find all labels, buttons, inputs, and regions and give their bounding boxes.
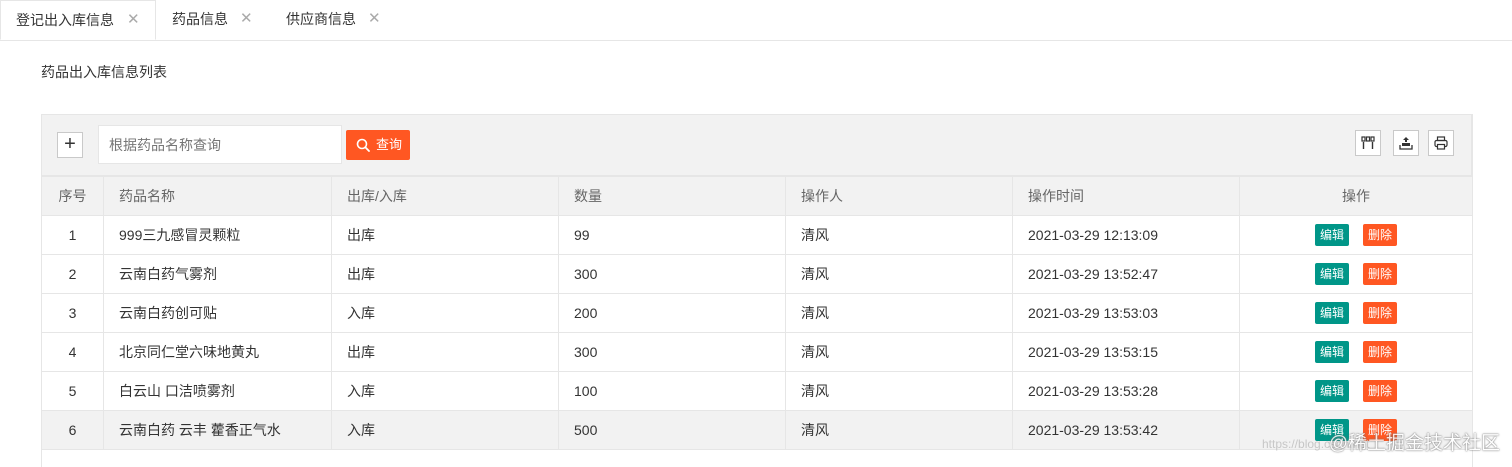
- query-button-label: 查询: [376, 137, 403, 152]
- cell-in-out: 入库: [331, 293, 559, 333]
- cell-operator: 清风: [785, 410, 1013, 450]
- delete-button[interactable]: 删除: [1363, 224, 1398, 246]
- table-row: 1 999三九感冒灵颗粒 出库 99 清风 2021-03-29 12:13:0…: [41, 215, 1473, 255]
- header-seq: 序号: [41, 176, 104, 216]
- cell-operate-time: 2021-03-29 12:13:09: [1012, 215, 1240, 255]
- table-row: 6 云南白药 云丰 藿香正气水 入库 500 清风 2021-03-29 13:…: [41, 410, 1473, 450]
- cell-in-out: 出库: [331, 254, 559, 294]
- stock-record-table: 序号 药品名称 出库/入库 数量 操作人 操作时间 操作 1 999三九感冒灵颗…: [41, 176, 1473, 450]
- edit-button[interactable]: 编辑: [1314, 380, 1349, 402]
- cell-quantity: 99: [558, 215, 786, 255]
- cell-drug-name: 北京同仁堂六味地黄丸: [103, 332, 332, 372]
- tab-label: 登记出入库信息: [16, 12, 114, 28]
- cell-actions: 编辑 删除: [1239, 254, 1473, 294]
- tab-bar: 登记出入库信息 ✕ 药品信息 ✕ 供应商信息 ✕: [0, 0, 1512, 41]
- cell-in-out: 入库: [331, 371, 559, 411]
- print-icon: [1434, 136, 1448, 150]
- export-button[interactable]: [1393, 130, 1419, 156]
- edit-button[interactable]: 编辑: [1314, 302, 1349, 324]
- cell-operate-time: 2021-03-29 13:53:28: [1012, 371, 1240, 411]
- cell-seq: 5: [41, 371, 104, 411]
- export-icon: [1399, 137, 1413, 150]
- close-icon[interactable]: ✕: [127, 1, 140, 39]
- close-icon[interactable]: ✕: [240, 0, 253, 38]
- tab-supplier-info[interactable]: 供应商信息 ✕: [271, 0, 396, 40]
- cell-quantity: 500: [558, 410, 786, 450]
- cell-seq: 6: [41, 410, 104, 450]
- table-header-row: 序号 药品名称 出库/入库 数量 操作人 操作时间 操作: [41, 176, 1473, 216]
- cell-operate-time: 2021-03-29 13:53:42: [1012, 410, 1240, 450]
- table-row: 3 云南白药创可贴 入库 200 清风 2021-03-29 13:53:03 …: [41, 293, 1473, 333]
- table-row: 4 北京同仁堂六味地黄丸 出库 300 清风 2021-03-29 13:53:…: [41, 332, 1473, 372]
- query-button[interactable]: 查询: [346, 130, 410, 160]
- cell-actions: 编辑 删除: [1239, 215, 1473, 255]
- cell-quantity: 200: [558, 293, 786, 333]
- cell-actions: 编辑 删除: [1239, 371, 1473, 411]
- tab-register-stock[interactable]: 登记出入库信息 ✕: [0, 0, 156, 40]
- cell-actions: 编辑 删除: [1239, 332, 1473, 372]
- cell-actions: 编辑 删除: [1239, 293, 1473, 333]
- header-drug-name: 药品名称: [103, 176, 332, 216]
- watermark: @稀土掘金技术社区: [1328, 433, 1500, 454]
- cell-operate-time: 2021-03-29 13:52:47: [1012, 254, 1240, 294]
- columns-filter-button[interactable]: [1355, 130, 1381, 156]
- header-in-out: 出库/入库: [331, 176, 559, 216]
- edit-button[interactable]: 编辑: [1314, 341, 1349, 363]
- delete-button[interactable]: 删除: [1363, 341, 1398, 363]
- cell-seq: 4: [41, 332, 104, 372]
- header-operate-time: 操作时间: [1012, 176, 1240, 216]
- edit-button[interactable]: 编辑: [1314, 224, 1349, 246]
- page-title: 药品出入库信息列表: [41, 64, 167, 80]
- columns-icon: [1361, 136, 1375, 149]
- cell-operate-time: 2021-03-29 13:53:03: [1012, 293, 1240, 333]
- cell-operator: 清风: [785, 371, 1013, 411]
- delete-button[interactable]: 删除: [1363, 263, 1398, 285]
- search-input[interactable]: [98, 125, 342, 164]
- cell-operate-time: 2021-03-29 13:53:15: [1012, 332, 1240, 372]
- search-icon: [356, 138, 370, 152]
- cell-drug-name: 白云山 口洁喷雾剂: [103, 371, 332, 411]
- cell-in-out: 出库: [331, 332, 559, 372]
- header-quantity: 数量: [558, 176, 786, 216]
- cell-quantity: 300: [558, 254, 786, 294]
- delete-button[interactable]: 删除: [1363, 302, 1398, 324]
- cell-drug-name: 云南白药创可贴: [103, 293, 332, 333]
- edit-button[interactable]: 编辑: [1314, 263, 1349, 285]
- cell-seq: 2: [41, 254, 104, 294]
- cell-drug-name: 999三九感冒灵颗粒: [103, 215, 332, 255]
- table-row: 2 云南白药气雾剂 出库 300 清风 2021-03-29 13:52:47 …: [41, 254, 1473, 294]
- close-icon[interactable]: ✕: [368, 0, 381, 38]
- cell-drug-name: 云南白药气雾剂: [103, 254, 332, 294]
- cell-operator: 清风: [785, 254, 1013, 294]
- cell-operator: 清风: [785, 215, 1013, 255]
- tab-label: 药品信息: [172, 11, 228, 27]
- cell-in-out: 出库: [331, 215, 559, 255]
- header-actions: 操作: [1239, 176, 1473, 216]
- cell-operator: 清风: [785, 332, 1013, 372]
- cell-seq: 3: [41, 293, 104, 333]
- cell-in-out: 入库: [331, 410, 559, 450]
- cell-operator: 清风: [785, 293, 1013, 333]
- header-operator: 操作人: [785, 176, 1013, 216]
- delete-button[interactable]: 删除: [1363, 380, 1398, 402]
- table-row: 5 白云山 口洁喷雾剂 入库 100 清风 2021-03-29 13:53:2…: [41, 371, 1473, 411]
- cell-quantity: 300: [558, 332, 786, 372]
- tab-label: 供应商信息: [286, 11, 356, 27]
- cell-quantity: 100: [558, 371, 786, 411]
- print-button[interactable]: [1428, 130, 1454, 156]
- add-button[interactable]: +: [57, 132, 83, 158]
- cell-drug-name: 云南白药 云丰 藿香正气水: [103, 410, 332, 450]
- tab-drug-info[interactable]: 药品信息 ✕: [156, 0, 271, 40]
- cell-seq: 1: [41, 215, 104, 255]
